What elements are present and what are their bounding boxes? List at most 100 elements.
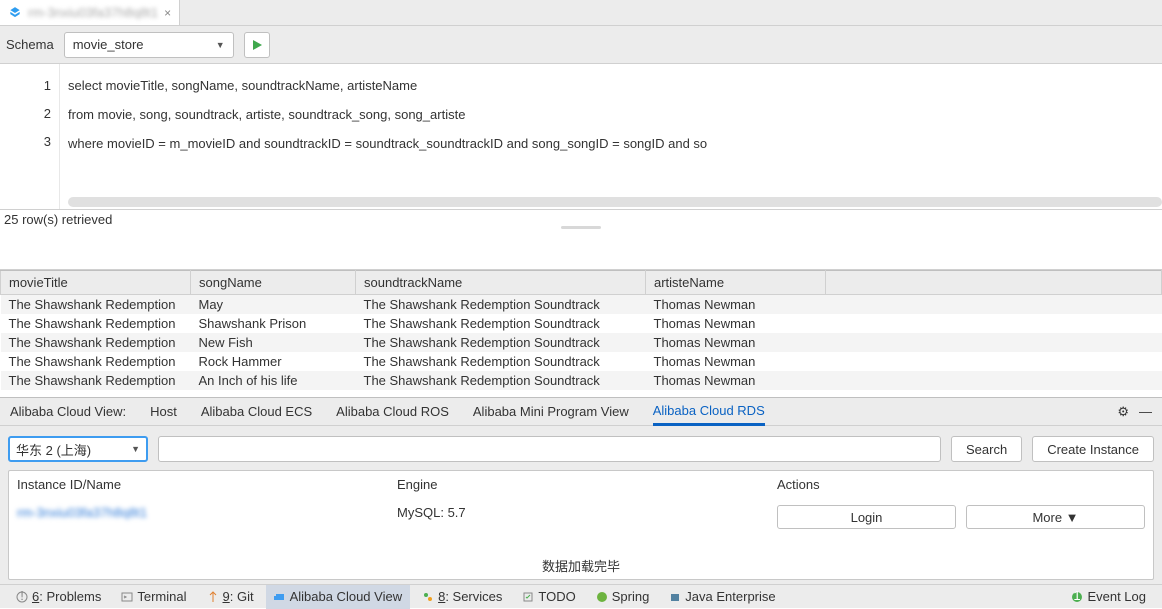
tool-window-terminal[interactable]: Terminal [113, 585, 194, 609]
tool-window-todo[interactable]: TODO [514, 585, 583, 609]
panel-splitter[interactable] [0, 230, 1162, 270]
java-icon [669, 591, 681, 603]
cloud-icon [274, 591, 286, 603]
view-tab[interactable]: Alibaba Cloud RDS [653, 403, 765, 426]
run-button[interactable] [244, 32, 270, 58]
rds-instance-table: Instance ID/Name Engine Actions rm-3nxiu… [8, 470, 1154, 580]
chevron-down-icon: ▼ [131, 444, 140, 454]
table-cell: Thomas Newman [646, 314, 826, 333]
col-header[interactable]: soundtrackName [356, 271, 646, 295]
svg-text:1: 1 [1074, 591, 1081, 603]
line-gutter: 1 2 3 [0, 64, 60, 209]
instance-id-link[interactable]: rm-3nxiu03fa37h8q8t1 [17, 505, 147, 520]
gear-icon[interactable]: ⚙ [1117, 404, 1129, 420]
tool-window-java[interactable]: Java Enterprise [661, 585, 783, 609]
git-icon [207, 591, 219, 603]
create-instance-button[interactable]: Create Instance [1032, 436, 1154, 462]
table-cell: Shawshank Prison [191, 314, 356, 333]
line-number: 3 [0, 128, 51, 156]
view-tab[interactable]: Host [150, 404, 177, 419]
schema-toolbar: Schema movie_store ▼ [0, 26, 1162, 64]
tool-window-cloud[interactable]: Alibaba Cloud View [266, 585, 411, 609]
col-header-empty [826, 271, 1162, 295]
table-cell: Thomas Newman [646, 333, 826, 352]
sql-editor: 1 2 3 select movieTitle, songName, sound… [0, 64, 1162, 210]
table-cell: The Shawshank Redemption [1, 371, 191, 390]
table-cell: May [191, 295, 356, 315]
schema-label: Schema [6, 37, 54, 52]
rds-search-input[interactable] [158, 436, 941, 462]
close-icon[interactable]: × [164, 6, 171, 20]
more-button[interactable]: More ▼ [966, 505, 1145, 529]
todo-icon [522, 591, 534, 603]
rds-panel: 华东 2 (上海) ▼ Search Create Instance Insta… [0, 426, 1162, 584]
table-cell: The Shawshank Redemption [1, 333, 191, 352]
col-header[interactable]: songName [191, 271, 356, 295]
login-button[interactable]: Login [777, 505, 956, 529]
spring-icon [596, 591, 608, 603]
cloud-view-tabs: Alibaba Cloud View: Host Alibaba Cloud EC… [0, 398, 1162, 426]
rds-search-bar: 华东 2 (上海) ▼ Search Create Instance [8, 436, 1154, 462]
schema-value: movie_store [73, 37, 144, 52]
search-button[interactable]: Search [951, 436, 1022, 462]
table-cell: The Shawshank Redemption [1, 295, 191, 315]
results-grid: movieTitle songName soundtrackName artis… [0, 270, 1162, 398]
code-area[interactable]: select movieTitle, songName, soundtrackN… [60, 64, 1162, 209]
col-header[interactable]: movieTitle [1, 271, 191, 295]
table-row[interactable]: The Shawshank RedemptionRock HammerThe S… [1, 352, 1162, 371]
view-tab[interactable]: Alibaba Cloud ECS [201, 404, 312, 419]
table-cell: The Shawshank Redemption [1, 314, 191, 333]
tool-window-spring[interactable]: Spring [588, 585, 658, 609]
table-cell: The Shawshank Redemption Soundtrack [356, 352, 646, 371]
svg-text:!: ! [20, 591, 24, 603]
col-actions: Actions [777, 477, 1145, 492]
terminal-icon [121, 591, 133, 603]
view-label: Alibaba Cloud View: [10, 404, 126, 419]
tool-window-services[interactable]: 8: Services [414, 585, 510, 609]
line-number: 1 [0, 72, 51, 100]
horizontal-scrollbar[interactable] [68, 197, 1162, 207]
tool-window-problems[interactable]: !6: Problems [8, 585, 109, 609]
table-cell: The Shawshank Redemption Soundtrack [356, 295, 646, 315]
schema-select[interactable]: movie_store ▼ [64, 32, 234, 58]
rds-footer: 数据加载完毕 [9, 552, 1153, 579]
chevron-down-icon: ▼ [216, 40, 225, 50]
table-cell: The Shawshank Redemption [1, 352, 191, 371]
table-row[interactable]: The Shawshank RedemptionMayThe Shawshank… [1, 295, 1162, 315]
editor-tab-bar: rm-3nxiu03fa37h8q8t1 × [0, 0, 1162, 26]
table-cell: The Shawshank Redemption Soundtrack [356, 371, 646, 390]
table-cell: Thomas Newman [646, 295, 826, 315]
tool-window-git[interactable]: 9: Git [199, 585, 262, 609]
services-icon [422, 591, 434, 603]
tool-window-bar: !6: ProblemsTerminal9: GitAlibaba Cloud … [0, 584, 1162, 608]
instance-engine: MySQL: 5.7 [397, 505, 777, 529]
rds-instance-row: rm-3nxiu03fa37h8q8t1 MySQL: 5.7 Login Mo… [9, 499, 1153, 535]
event-log-button[interactable]: 1 Event Log [1063, 585, 1154, 609]
problems-icon: ! [16, 591, 28, 603]
table-cell: The Shawshank Redemption Soundtrack [356, 333, 646, 352]
event-log-icon: 1 [1071, 591, 1083, 603]
table-row[interactable]: The Shawshank RedemptionAn Inch of his l… [1, 371, 1162, 390]
line-number: 2 [0, 100, 51, 128]
table-cell: Thomas Newman [646, 352, 826, 371]
col-engine: Engine [397, 477, 777, 492]
table-cell: Thomas Newman [646, 371, 826, 390]
col-instance: Instance ID/Name [17, 477, 397, 492]
col-header[interactable]: artisteName [646, 271, 826, 295]
table-cell: Rock Hammer [191, 352, 356, 371]
table-cell: New Fish [191, 333, 356, 352]
table-row[interactable]: The Shawshank RedemptionShawshank Prison… [1, 314, 1162, 333]
file-tab[interactable]: rm-3nxiu03fa37h8q8t1 × [0, 0, 180, 25]
view-tab[interactable]: Alibaba Cloud ROS [336, 404, 449, 419]
rds-logo-icon [8, 6, 22, 20]
results-header-row: movieTitle songName soundtrackName artis… [1, 271, 1162, 295]
table-row[interactable]: The Shawshank RedemptionNew FishThe Shaw… [1, 333, 1162, 352]
table-cell: An Inch of his life [191, 371, 356, 390]
play-icon [251, 39, 263, 51]
region-value: 华东 2 (上海) [16, 440, 91, 459]
table-cell: The Shawshank Redemption Soundtrack [356, 314, 646, 333]
minimize-icon[interactable]: — [1139, 404, 1152, 420]
file-tab-name: rm-3nxiu03fa37h8q8t1 [28, 5, 158, 20]
region-select[interactable]: 华东 2 (上海) ▼ [8, 436, 148, 462]
view-tab[interactable]: Alibaba Mini Program View [473, 404, 629, 419]
